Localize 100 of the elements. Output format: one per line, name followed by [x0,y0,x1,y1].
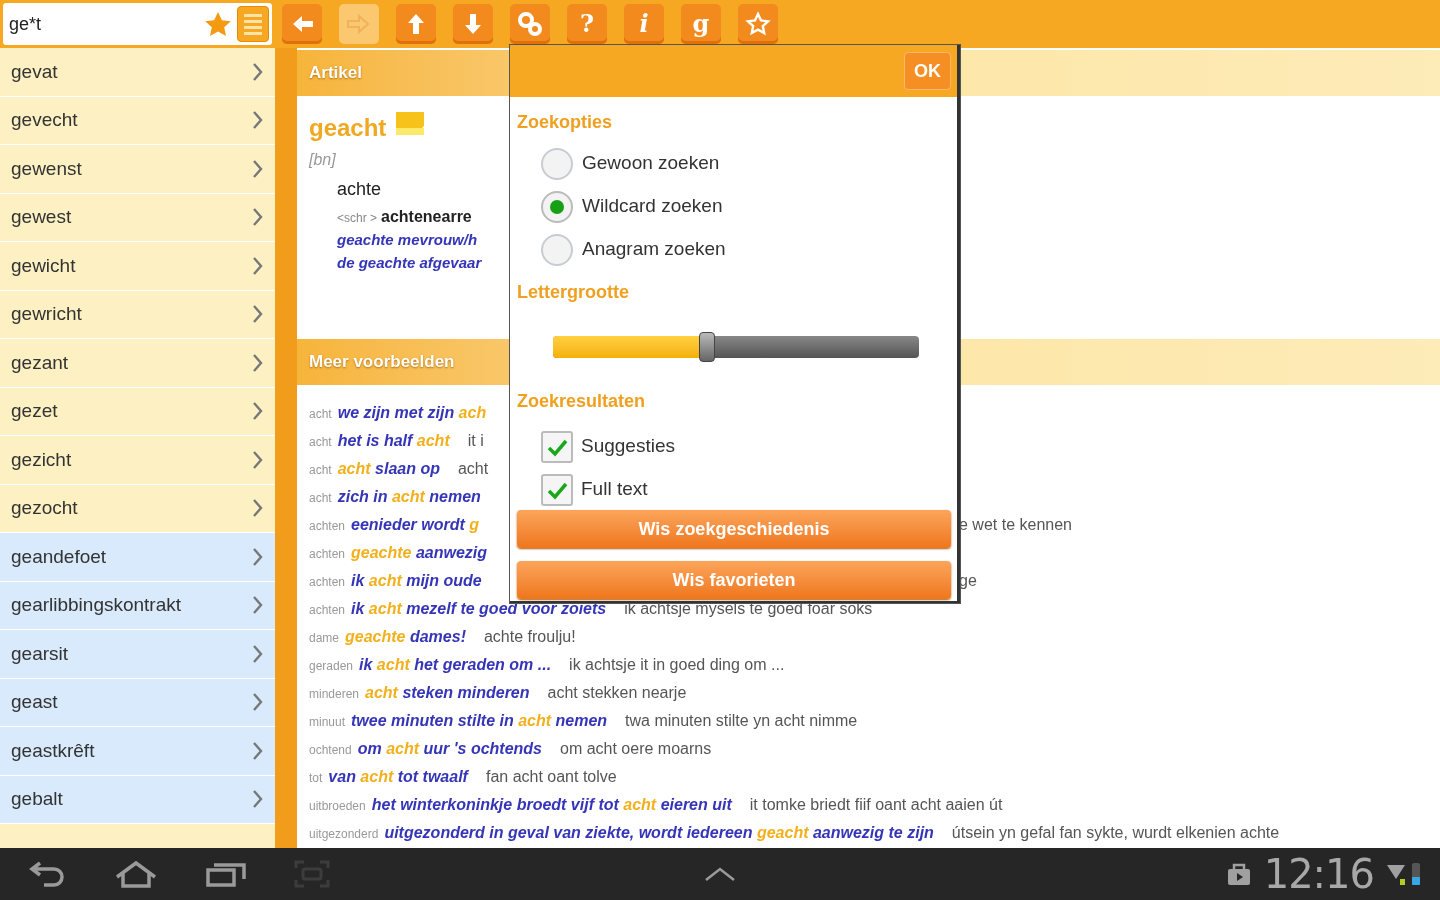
lemma-label: geraden [309,658,354,675]
chevron-right-icon [251,352,263,373]
battery-icon [1410,861,1422,887]
translation-text: om acht oere moarns [560,739,712,759]
example-sentence: van acht tot twaalf [328,767,468,787]
lemma-label: dame [309,630,340,647]
lemma-label: acht [309,462,332,479]
list-icon [242,11,264,37]
radio-button[interactable] [541,147,573,180]
lemma-label: minuut [309,714,346,731]
lemma-label: acht [309,434,332,451]
example-sentence: zich in acht nemen [337,487,481,507]
shopping-bag-icon [1225,861,1252,887]
section-title: Meer voorbeelden [309,351,455,374]
slider-thumb[interactable] [698,332,715,362]
toolbar-button[interactable] [738,4,778,44]
chevron-right-icon [251,740,263,761]
example-sentence: om acht uur 's ochtends [357,739,542,759]
example-sentence: ik acht mezelf te goed voor zoiets [351,599,607,619]
back-icon[interactable] [28,860,66,888]
radio-button[interactable] [541,233,573,266]
chevron-right-icon [251,546,263,567]
checkbox-option[interactable]: Full text [517,468,951,511]
chevron-right-icon [251,789,263,810]
sidebar-item[interactable]: geandefoet [0,533,275,582]
wifi-icon [1386,863,1406,887]
lemma-label: achten [309,602,346,619]
example-sentence: we zijn met zijn ach [337,403,487,423]
example-sentence: uitgezonderd in geval van ziekte, wordt iedereen geacht aanwezig te zijn [384,823,934,843]
toolbar-button[interactable] [396,4,436,44]
chevron-right-icon [251,692,263,713]
chevron-right-icon [251,498,263,519]
translation-text: útsein yn gefal fan sykte, wurdt elkenien achte [951,823,1280,843]
translation-text: ik achtsje it in goed ding om ... [569,655,785,675]
sidebar-item[interactable]: gebalt [0,775,275,824]
lemma-label: uitgezonderd [309,826,379,843]
variant-label: <schr > [337,210,378,227]
chevron-right-icon [251,449,263,470]
recent-apps-icon[interactable] [206,860,246,888]
link-icon [517,11,543,37]
translation-text: acht [457,459,489,479]
lemma-label: achten [309,518,346,535]
example-sentence: acht slaan op [337,459,440,479]
translation-text: acht stekken nearje [547,683,687,703]
chevron-right-icon [251,401,263,422]
example-sentence: geachte mevrouw/h [337,230,478,250]
lemma-label: acht [309,406,332,423]
toolbar-button[interactable] [453,4,493,44]
lemma-label: uitbroeden [309,798,366,815]
chevron-right-icon [251,207,263,228]
headword: geacht [309,113,387,143]
radio-button[interactable] [541,190,573,223]
chevron-up-icon[interactable] [704,866,736,882]
variant-text: achtenearre [381,207,472,227]
chevron-right-icon [251,595,263,616]
checkbox-option[interactable]: Suggesties [517,425,951,468]
folder-icon [394,110,427,138]
translation-text: fan acht oant tolve [485,767,617,787]
example-sentence: ik acht mijn oude [351,571,482,591]
toolbar-button[interactable] [510,4,550,44]
checkbox[interactable] [541,473,573,506]
translation-text: it tomke briedt fiif oant acht aaien út [749,795,1003,815]
status-time: 12:16 [1263,854,1374,894]
toolbar-button[interactable] [282,4,322,44]
search-bar[interactable]: ge*t [3,3,272,45]
translation-text: achte froulju! [483,627,576,647]
lemma-label: tot [309,770,323,787]
chevron-right-icon [251,110,263,131]
chevron-right-icon [251,304,263,325]
home-icon[interactable] [114,860,158,888]
lemma-label: minderen [309,686,360,703]
radio-option[interactable]: Gewoon zoeken [517,142,951,185]
example-sentence: ik acht het geraden om ... [359,655,552,675]
part-of-speech: [bn] [309,150,336,170]
example-sentence: acht steken minderen [365,683,530,703]
sidebar-item[interactable]: gearlibbingskontrakt [0,581,275,630]
chevron-right-icon [251,158,263,179]
sidebar-item[interactable]: geastkrêft [0,727,275,776]
list-button[interactable] [237,6,269,42]
checkbox[interactable] [541,430,573,463]
lemma-label: ochtend [309,742,352,759]
section-title: Zoekopties [517,111,614,134]
section-title: Zoekresultaten [517,390,647,413]
chevron-right-icon [251,61,263,82]
example-sentence: het winterkoninkje broedt vijf tot acht eieren uit [371,795,732,815]
lemma-label: achten [309,574,346,591]
section-title: Lettergrootte [517,281,630,304]
example-sentence: het is half acht [337,431,450,451]
example-sentence: de geachte afgevaar [337,252,482,273]
example-sentence: eenieder wordt g [351,515,480,535]
sidebar-item[interactable]: gearsit [0,630,275,679]
chevron-right-icon [251,643,263,664]
radio-option[interactable]: Anagram zoeken [517,228,951,271]
star-icon [203,10,233,38]
star-icon [745,11,771,37]
radio-option[interactable]: Wildcard zoeken [517,185,951,228]
sidebar-item[interactable]: geast [0,678,275,727]
translation-text: achte [337,178,382,201]
translation-text: it i [467,431,484,451]
example-sentence: geachte dames! [345,627,466,647]
